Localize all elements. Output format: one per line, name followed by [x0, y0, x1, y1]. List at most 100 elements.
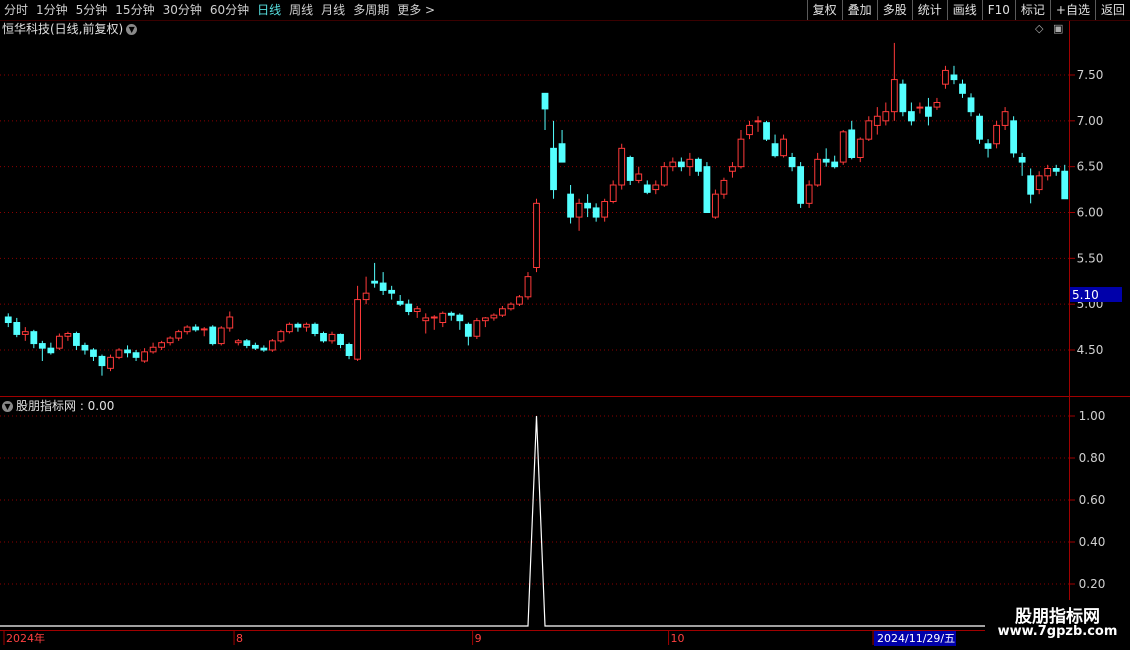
- candle-body: [609, 184, 617, 202]
- candle-body: [175, 331, 183, 339]
- candle-body: [473, 320, 481, 337]
- candle-body: [720, 179, 728, 195]
- candle-body: [251, 344, 259, 349]
- candle-body: [115, 349, 123, 358]
- candle-body: [558, 143, 566, 163]
- candle-body: [64, 333, 72, 337]
- candle-body: [686, 158, 694, 168]
- candle-body: [268, 340, 276, 351]
- candle-body: [848, 129, 856, 158]
- candle-body: [771, 143, 779, 157]
- kline-chart[interactable]: 4.505.005.506.006.507.007.505.100.200.40…: [0, 0, 1130, 650]
- candle-body: [643, 184, 651, 193]
- cursor-date-label: 2024/11/29/五: [877, 632, 955, 645]
- candle-body: [379, 282, 387, 291]
- indicator-tick-label: 0.40: [1079, 535, 1106, 549]
- candle-body: [839, 131, 847, 163]
- candle-body: [30, 331, 38, 345]
- candle-body: [993, 124, 1000, 145]
- candle-body: [90, 349, 97, 357]
- candle-body: [286, 323, 293, 333]
- candle-body: [499, 308, 506, 316]
- candle-body: [362, 292, 370, 301]
- candle-body: [55, 335, 63, 349]
- candle-body: [754, 120, 762, 123]
- candle-body: [132, 352, 140, 358]
- candle-body: [618, 147, 626, 186]
- indicator-tick-label: 0.80: [1079, 451, 1106, 465]
- candle-body: [805, 184, 813, 204]
- candle-body: [1001, 111, 1009, 126]
- date-tick-label: 9: [475, 632, 482, 645]
- candle-body: [388, 289, 396, 294]
- candle-body: [746, 124, 753, 136]
- candle-body: [1035, 175, 1043, 191]
- candle-body: [967, 97, 975, 113]
- candle-body: [303, 323, 310, 328]
- candle-body: [294, 323, 302, 328]
- candle-body: [507, 303, 515, 310]
- candle-body: [1027, 175, 1035, 195]
- date-tick-label: 10: [671, 632, 685, 645]
- watermark: 股朋指标网 www.7gpzb.com: [985, 600, 1130, 650]
- candle-body: [592, 207, 600, 218]
- candle-body: [976, 115, 983, 140]
- candle-body: [677, 161, 685, 168]
- indicator-tick-label: 0.60: [1079, 493, 1106, 507]
- candle-body: [626, 157, 634, 181]
- indicator-tick-label: 1.00: [1079, 409, 1106, 423]
- price-tick-label: 7.00: [1077, 114, 1104, 128]
- candle-body: [4, 316, 12, 323]
- candle-body: [899, 83, 907, 113]
- candle-body: [933, 102, 941, 108]
- candle-body: [447, 312, 455, 316]
- candle-body: [430, 316, 438, 319]
- candle-body: [47, 347, 55, 354]
- indicator-series-line: [0, 415, 1065, 627]
- candle-body: [141, 351, 148, 362]
- candle-body: [950, 74, 958, 81]
- candle-body: [337, 333, 344, 345]
- candle-body: [183, 326, 191, 333]
- price-tick-label: 6.50: [1077, 160, 1104, 174]
- candle-body: [873, 115, 881, 126]
- candle-body: [21, 331, 29, 335]
- price-tick-label: 4.50: [1077, 343, 1104, 357]
- candle-body: [371, 280, 379, 284]
- candle-body: [405, 303, 413, 312]
- candle-body: [516, 296, 523, 305]
- candle-body: [822, 158, 830, 163]
- candle-body: [166, 337, 174, 344]
- candle-body: [942, 69, 949, 85]
- candle-body: [524, 276, 532, 298]
- candle-body: [694, 158, 702, 172]
- candle-body: [703, 166, 711, 214]
- candle-body: [882, 111, 890, 122]
- candle-body: [243, 340, 251, 346]
- candle-body: [354, 299, 361, 360]
- candle-body: [209, 326, 217, 345]
- candle-body: [490, 314, 498, 319]
- candle-body: [124, 349, 131, 354]
- candle-body: [541, 92, 549, 110]
- candle-body: [1044, 168, 1052, 177]
- indicator-tick-label: 0.20: [1079, 577, 1106, 591]
- candle-body: [890, 79, 898, 113]
- candle-body: [277, 331, 285, 342]
- candle-body: [797, 166, 805, 204]
- candle-body: [814, 158, 822, 186]
- price-tick-label: 7.50: [1077, 68, 1104, 82]
- candle-body: [200, 328, 208, 331]
- candle-body: [601, 201, 609, 218]
- candle-body: [916, 106, 924, 109]
- candle-body: [464, 323, 472, 337]
- candle-body: [481, 317, 489, 322]
- candle-body: [328, 333, 336, 342]
- candle-body: [260, 347, 268, 351]
- candle-body: [652, 184, 660, 191]
- candle-body: [763, 122, 770, 140]
- candle-body: [192, 326, 200, 331]
- watermark-url: www.7gpzb.com: [997, 624, 1118, 639]
- candle-body: [856, 138, 864, 159]
- candle-body: [737, 138, 745, 168]
